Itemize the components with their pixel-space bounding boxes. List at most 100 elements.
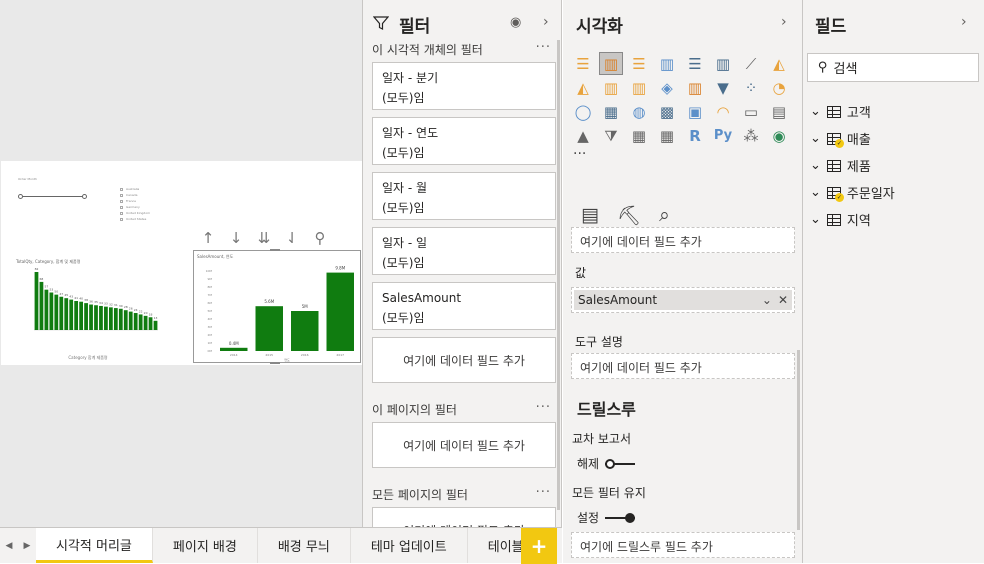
bar-chart-totalqty[interactable]: TotalQty, Category, 합계 및 제품명 82 6857535047…: [10, 255, 160, 365]
drill-up-icon[interactable]: ↑: [198, 229, 218, 249]
search-placeholder: 검색: [833, 62, 858, 77]
data-label: 0.4M: [229, 341, 239, 346]
legend-checkbox[interactable]: [120, 188, 123, 191]
python-visual-icon[interactable]: Py: [711, 124, 735, 147]
analytics-tab-icon[interactable]: ⌕: [659, 204, 670, 227]
slicer-icon[interactable]: ⧩: [599, 124, 623, 147]
filter-card-quarter[interactable]: 일자 - 분기 (모두)임: [372, 62, 556, 110]
field-pill-salesamount[interactable]: SalesAmount ⌄ ✕: [574, 290, 792, 310]
legend-checkbox[interactable]: [120, 212, 123, 215]
expand-next-level-icon[interactable]: ⇃: [282, 229, 302, 249]
chevron-down-icon[interactable]: ⌄: [762, 293, 772, 307]
drill-down-icon[interactable]: ↓: [226, 229, 246, 249]
r-visual-icon[interactable]: R: [683, 124, 707, 147]
stacked-bar-100-icon[interactable]: ☰: [683, 52, 707, 75]
funnel-icon[interactable]: ▼: [711, 76, 735, 99]
field-table-region[interactable]: ⌄ 지역: [810, 210, 871, 229]
page-add-field-drop[interactable]: 여기에 데이터 필드 추가: [372, 422, 556, 468]
stacked-column-100-icon[interactable]: ▥: [711, 52, 735, 75]
waterfall-icon[interactable]: ▥: [683, 76, 707, 99]
format-tab-icon[interactable]: ⛏: [617, 204, 641, 227]
selected-visual-frame[interactable]: SalesAmount, 연도 0M 1M 2M 3M 4M 5M 6M 7M 8M 9M 10M 0.…: [193, 250, 361, 363]
slicer-handle-start[interactable]: [18, 194, 23, 199]
tooltip-drop-well[interactable]: 여기에 데이터 필드 추가: [571, 353, 795, 379]
filter-card-year[interactable]: 일자 - 연도 (모두)임: [372, 117, 556, 165]
all-pages-filters-more-icon[interactable]: ···: [536, 485, 551, 500]
stacked-bar-icon[interactable]: ☰: [571, 52, 595, 75]
expand-all-icon[interactable]: ⇊: [254, 229, 274, 249]
data-label: 26: [129, 307, 133, 311]
gauge-icon[interactable]: ◠: [711, 100, 735, 123]
fields-tab-icon[interactable]: ▤: [581, 204, 599, 227]
bar-chart-salesamount[interactable]: SalesAmount, 연도 0M 1M 2M 3M 4M 5M 6M 7M 8M 9M 10M 0.…: [194, 251, 360, 362]
y-tick-label: 6M: [208, 301, 213, 305]
fields-search-input[interactable]: ⚲ 검색: [807, 53, 979, 82]
shape-map-icon[interactable]: ▣: [683, 100, 707, 123]
line-chart-icon[interactable]: ⟋: [739, 52, 763, 75]
donut-chart-icon[interactable]: ◯: [571, 100, 595, 123]
filter-card-day[interactable]: 일자 - 일 (모두)임: [372, 227, 556, 275]
eye-icon[interactable]: ◉: [510, 15, 521, 30]
treemap-icon[interactable]: ▦: [599, 100, 623, 123]
visual-filters-more-icon[interactable]: ···: [536, 40, 551, 55]
map-icon[interactable]: ◍: [627, 100, 651, 123]
slicer-track[interactable]: [20, 196, 86, 197]
filter-card-salesamount[interactable]: SalesAmount (모두)임: [372, 282, 556, 330]
values-well[interactable]: SalesAmount ⌄ ✕: [571, 287, 795, 313]
tab-wallpaper[interactable]: 배경 무늬: [258, 528, 351, 563]
key-influencers-icon[interactable]: ⁂: [739, 124, 763, 147]
collapse-filters-icon[interactable]: ›: [543, 14, 549, 30]
field-table-orderdate[interactable]: ⌄ ✓ 주문일자: [810, 183, 895, 202]
all-pages-add-field-drop[interactable]: 여기에 데이터 필드 추가: [372, 507, 556, 527]
filter-icon[interactable]: ⚲: [310, 229, 330, 249]
line-column-icon[interactable]: ▥: [599, 76, 623, 99]
legend-checkbox[interactable]: [120, 206, 123, 209]
collapse-viz-icon[interactable]: ›: [781, 14, 787, 30]
tab-theme-update[interactable]: 테마 업데이트: [351, 528, 468, 563]
clustered-bar-icon[interactable]: ☰: [627, 52, 651, 75]
pie-chart-icon[interactable]: ◔: [767, 76, 791, 99]
page-filters-more-icon[interactable]: ···: [536, 400, 551, 415]
area-chart-icon[interactable]: ◭: [767, 52, 791, 75]
ribbon-chart-icon[interactable]: ◈: [655, 76, 679, 99]
stacked-area-icon[interactable]: ◭: [571, 76, 595, 99]
decomposition-tree-icon[interactable]: ◉: [767, 124, 791, 147]
tab-next-icon[interactable]: ▶: [24, 541, 31, 551]
add-page-button[interactable]: +: [521, 528, 557, 564]
legend-item-label: United Kingdom: [126, 211, 151, 215]
slicer-handle-end[interactable]: [82, 194, 87, 199]
viz-scrollbar[interactable]: [797, 350, 800, 530]
cross-report-toggle[interactable]: [605, 458, 636, 469]
more-visuals-icon[interactable]: ···: [573, 146, 586, 162]
field-table-product[interactable]: ⌄ 제품: [810, 156, 871, 175]
collapse-fields-icon[interactable]: ›: [961, 14, 967, 30]
drillthrough-drop-well[interactable]: 여기에 드릴스루 필드 추가: [571, 532, 795, 558]
keep-filters-toggle[interactable]: [605, 512, 636, 523]
multi-row-card-icon[interactable]: ▤: [767, 100, 791, 123]
resize-handle-bottom[interactable]: [270, 362, 280, 364]
field-table-sales[interactable]: ⌄ ✓ 매출: [810, 129, 871, 148]
table-icon[interactable]: ▦: [627, 124, 651, 147]
legend-checkbox[interactable]: [120, 218, 123, 221]
filter-card-month[interactable]: 일자 - 월 (모두)임: [372, 172, 556, 220]
scatter-icon[interactable]: ⁘: [739, 76, 763, 99]
remove-field-icon[interactable]: ✕: [778, 293, 788, 307]
card-icon[interactable]: ▭: [739, 100, 763, 123]
axis-drop-well[interactable]: 여기에 데이터 필드 추가: [571, 227, 795, 253]
visual-add-field-drop[interactable]: 여기에 데이터 필드 추가: [372, 337, 556, 383]
tab-visual-header[interactable]: 시각적 머리글: [36, 528, 153, 563]
clustered-column-icon[interactable]: ▥: [655, 52, 679, 75]
filled-map-icon[interactable]: ▩: [655, 100, 679, 123]
field-table-customer[interactable]: ⌄ 고객: [810, 102, 871, 121]
x-axis-title: Category 합계 제품명: [68, 354, 108, 360]
tab-page-background[interactable]: 페이지 배경: [153, 528, 258, 563]
legend-checkbox[interactable]: [120, 200, 123, 203]
stacked-column-icon[interactable]: ▥: [599, 52, 623, 75]
line-clustered-column-icon[interactable]: ▥: [627, 76, 651, 99]
tab-prev-icon[interactable]: ◀: [6, 541, 13, 551]
matrix-icon[interactable]: ▦: [655, 124, 679, 147]
kpi-icon[interactable]: ▲: [571, 124, 595, 147]
resize-handle-top[interactable]: [270, 249, 280, 251]
filters-scrollbar[interactable]: [557, 40, 560, 510]
legend-checkbox[interactable]: [120, 194, 123, 197]
